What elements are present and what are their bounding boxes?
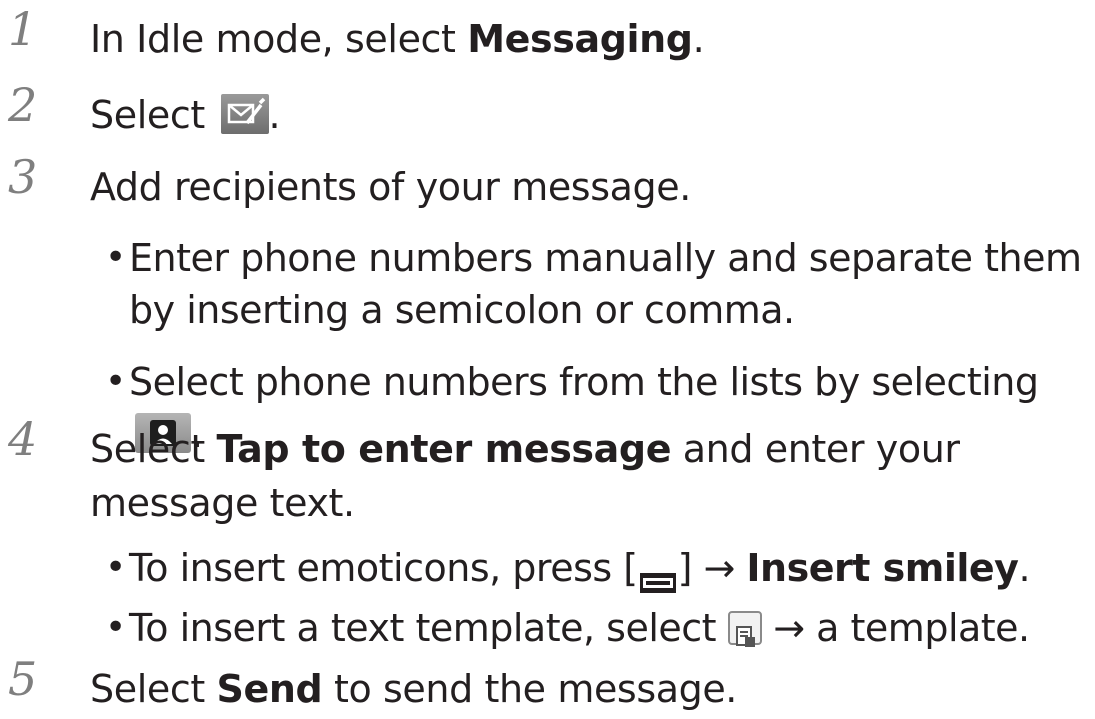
bullet-dot: • <box>105 237 126 278</box>
step-number: 3 <box>8 150 38 204</box>
menu-option-label: Messaging <box>467 17 693 61</box>
step-text: Select Tap to enter message and enter yo… <box>90 427 960 525</box>
arrow-icon: → <box>773 606 805 650</box>
compose-message-icon <box>220 93 269 134</box>
step-number: 2 <box>8 78 38 132</box>
menu-option-label: Send <box>216 667 323 711</box>
step-text: In Idle mode, select Messaging. <box>90 17 705 61</box>
bullet-dot: • <box>105 607 126 648</box>
template-icon <box>727 610 762 647</box>
bullet-text: To insert emoticons, press [ ] → Insert … <box>129 542 1089 594</box>
bullet-dot: • <box>105 361 126 402</box>
step-text: Select Send to send the message. <box>90 667 737 711</box>
bullet-item: • To insert emoticons, press [ ] → Inser… <box>105 542 1089 594</box>
step-number: 4 <box>8 412 38 466</box>
step-number: 1 <box>8 2 38 56</box>
bullet-text: To insert a text template, select → a te… <box>129 606 1030 650</box>
menu-option-label: Tap to enter message <box>216 427 672 471</box>
step-text: Add recipients of your message. <box>90 165 691 209</box>
bullet-item: • To insert a text template, select → a … <box>105 602 1089 654</box>
arrow-icon: → <box>703 546 735 590</box>
step-number: 5 <box>8 652 38 706</box>
step-text: Select . <box>90 93 281 137</box>
menu-key-icon <box>638 556 678 593</box>
menu-option-label: Insert smiley <box>746 546 1019 590</box>
bullet-text: Enter phone numbers manually and separat… <box>129 236 1082 332</box>
bullet-dot: • <box>105 547 126 588</box>
bullet-item: • Enter phone numbers manually and separ… <box>105 232 1089 336</box>
